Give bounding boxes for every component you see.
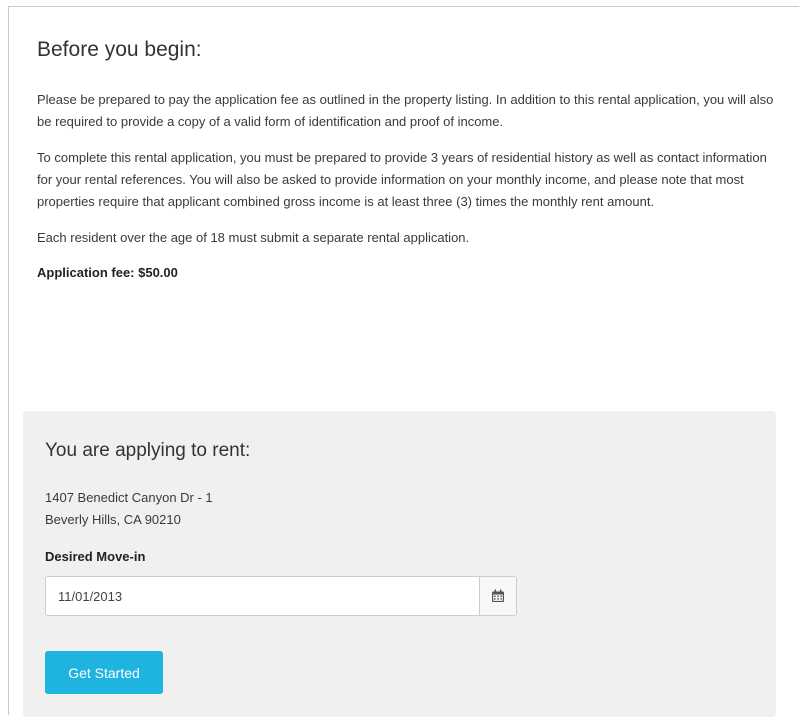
calendar-icon [492, 589, 504, 602]
get-started-button[interactable]: Get Started [45, 651, 163, 694]
intro-section: Before you begin: Please be prepared to … [37, 37, 777, 283]
move-in-date-input[interactable] [46, 577, 479, 615]
calendar-button[interactable] [479, 577, 516, 615]
rent-panel: You are applying to rent: 1407 Benedict … [23, 411, 776, 717]
property-address: 1407 Benedict Canyon Dr - 1 Beverly Hill… [45, 487, 213, 531]
application-fee: Application fee: $50.00 [37, 265, 178, 280]
address-line-1: 1407 Benedict Canyon Dr - 1 [45, 490, 213, 505]
page-frame: Before you begin: Please be prepared to … [8, 6, 799, 717]
move-in-date-group [45, 576, 517, 616]
rent-panel-title: You are applying to rent: [45, 440, 251, 461]
move-in-label: Desired Move-in [45, 549, 146, 564]
intro-paragraph-fee: Please be prepared to pay the applicatio… [37, 92, 774, 129]
intro-paragraph-residents: Each resident over the age of 18 must su… [37, 230, 470, 245]
address-line-2: Beverly Hills, CA 90210 [45, 512, 181, 527]
intro-paragraph-history: To complete this rental application, you… [37, 150, 767, 209]
page-title: Before you begin: [37, 38, 202, 61]
